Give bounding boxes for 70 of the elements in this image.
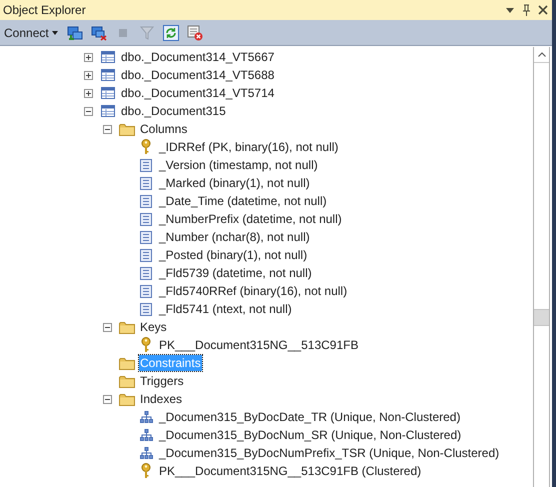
connect-icon[interactable] [66,24,84,42]
tree-item[interactable]: _Fld5740RRef (binary(16), not null) [158,283,348,299]
collapse-button[interactable] [103,394,112,404]
tree-item[interactable]: _IDRRef (PK, binary(16), not null) [158,139,340,155]
close-icon[interactable] [538,5,548,15]
tree-item[interactable]: _NumberPrefix (datetime, not null) [158,211,343,227]
tree-item[interactable]: _Fld5741 (ntext, not null) [158,301,293,317]
tree-item[interactable]: _Fld5739 (datetime, not null) [158,265,313,281]
scroll-up-icon[interactable] [538,52,546,57]
column-icon [140,176,152,190]
folder-icon [119,374,135,388]
key-icon [141,139,151,155]
index-icon [140,429,152,441]
expand-button[interactable] [84,88,93,98]
folder-icon [119,356,135,370]
tree-item[interactable]: PK___Document315NG__513C91FB (Clustered) [158,463,422,479]
plus-icon [85,90,92,96]
plus-icon [85,54,92,60]
column-icon [140,248,152,262]
key-icon [141,463,151,479]
column-icon [140,212,152,226]
table-icon [101,87,115,99]
column-icon [140,284,152,298]
column-icon [140,194,152,208]
scrollbar-thumb[interactable] [534,309,549,326]
table-icon [101,105,115,117]
column-icon [140,302,152,316]
tree-item[interactable]: _Version (timestamp, not null) [158,157,319,173]
expand-button[interactable] [84,70,93,80]
tree-item[interactable]: _Date_Time (datetime, not null) [158,193,328,209]
table-icon [101,69,115,81]
tree-item[interactable]: PK___Document315NG__513C91FB [158,337,360,353]
index-icon [140,411,152,423]
tree-item[interactable]: _Documen315_ByDocNum_SR (Unique, Non-Clustered) [158,427,462,443]
tree-item[interactable]: _Documen315_ByDocNumPrefix_TSR (Unique, Non-Clustered) [158,445,500,461]
column-icon [140,230,152,244]
tree-item[interactable]: Indexes [139,391,184,407]
tree-item[interactable]: dbo._Document315 [120,103,227,119]
document-delete-icon[interactable] [186,24,204,42]
tree-item[interactable]: _Marked (binary(1), not null) [158,175,311,191]
plus-icon [85,72,92,78]
tree-item[interactable]: Columns [139,121,188,137]
collapse-button[interactable] [103,124,112,134]
collapse-button[interactable] [103,322,112,332]
column-icon [140,266,152,280]
column-icon [140,158,152,172]
pin-icon[interactable] [522,4,531,16]
table-icon [101,51,115,63]
disconnect-icon[interactable] [90,24,108,42]
expand-button[interactable] [84,52,93,62]
folder-icon [119,392,135,406]
folder-icon [119,122,135,136]
key-icon [141,337,151,353]
folder-icon [119,320,135,334]
dropdown-icon[interactable] [506,8,514,12]
window-title: Object Explorer [3,2,87,19]
tree-item[interactable]: dbo._Document314_VT5714 [120,85,276,101]
collapse-button[interactable] [84,106,93,116]
tree-item[interactable]: dbo._Document314_VT5688 [120,67,276,83]
tree-item[interactable]: Triggers [139,373,185,389]
tree-item[interactable]: _Number (nchar(8), not null) [158,229,311,245]
refresh-icon[interactable] [162,24,180,42]
caret-icon [52,30,58,34]
tree-item[interactable]: Keys [139,319,168,335]
tree-item[interactable]: _Documen315_ByDocDate_TR (Unique, Non-Clustered) [158,409,462,425]
tree-item[interactable]: dbo._Document314_VT5667 [120,49,276,65]
index-icon [140,447,152,459]
connect-button[interactable]: Connect [4,24,58,42]
tree-item[interactable]: _Posted (binary(1), not null) [158,247,308,263]
scrollbar[interactable] [533,47,550,487]
